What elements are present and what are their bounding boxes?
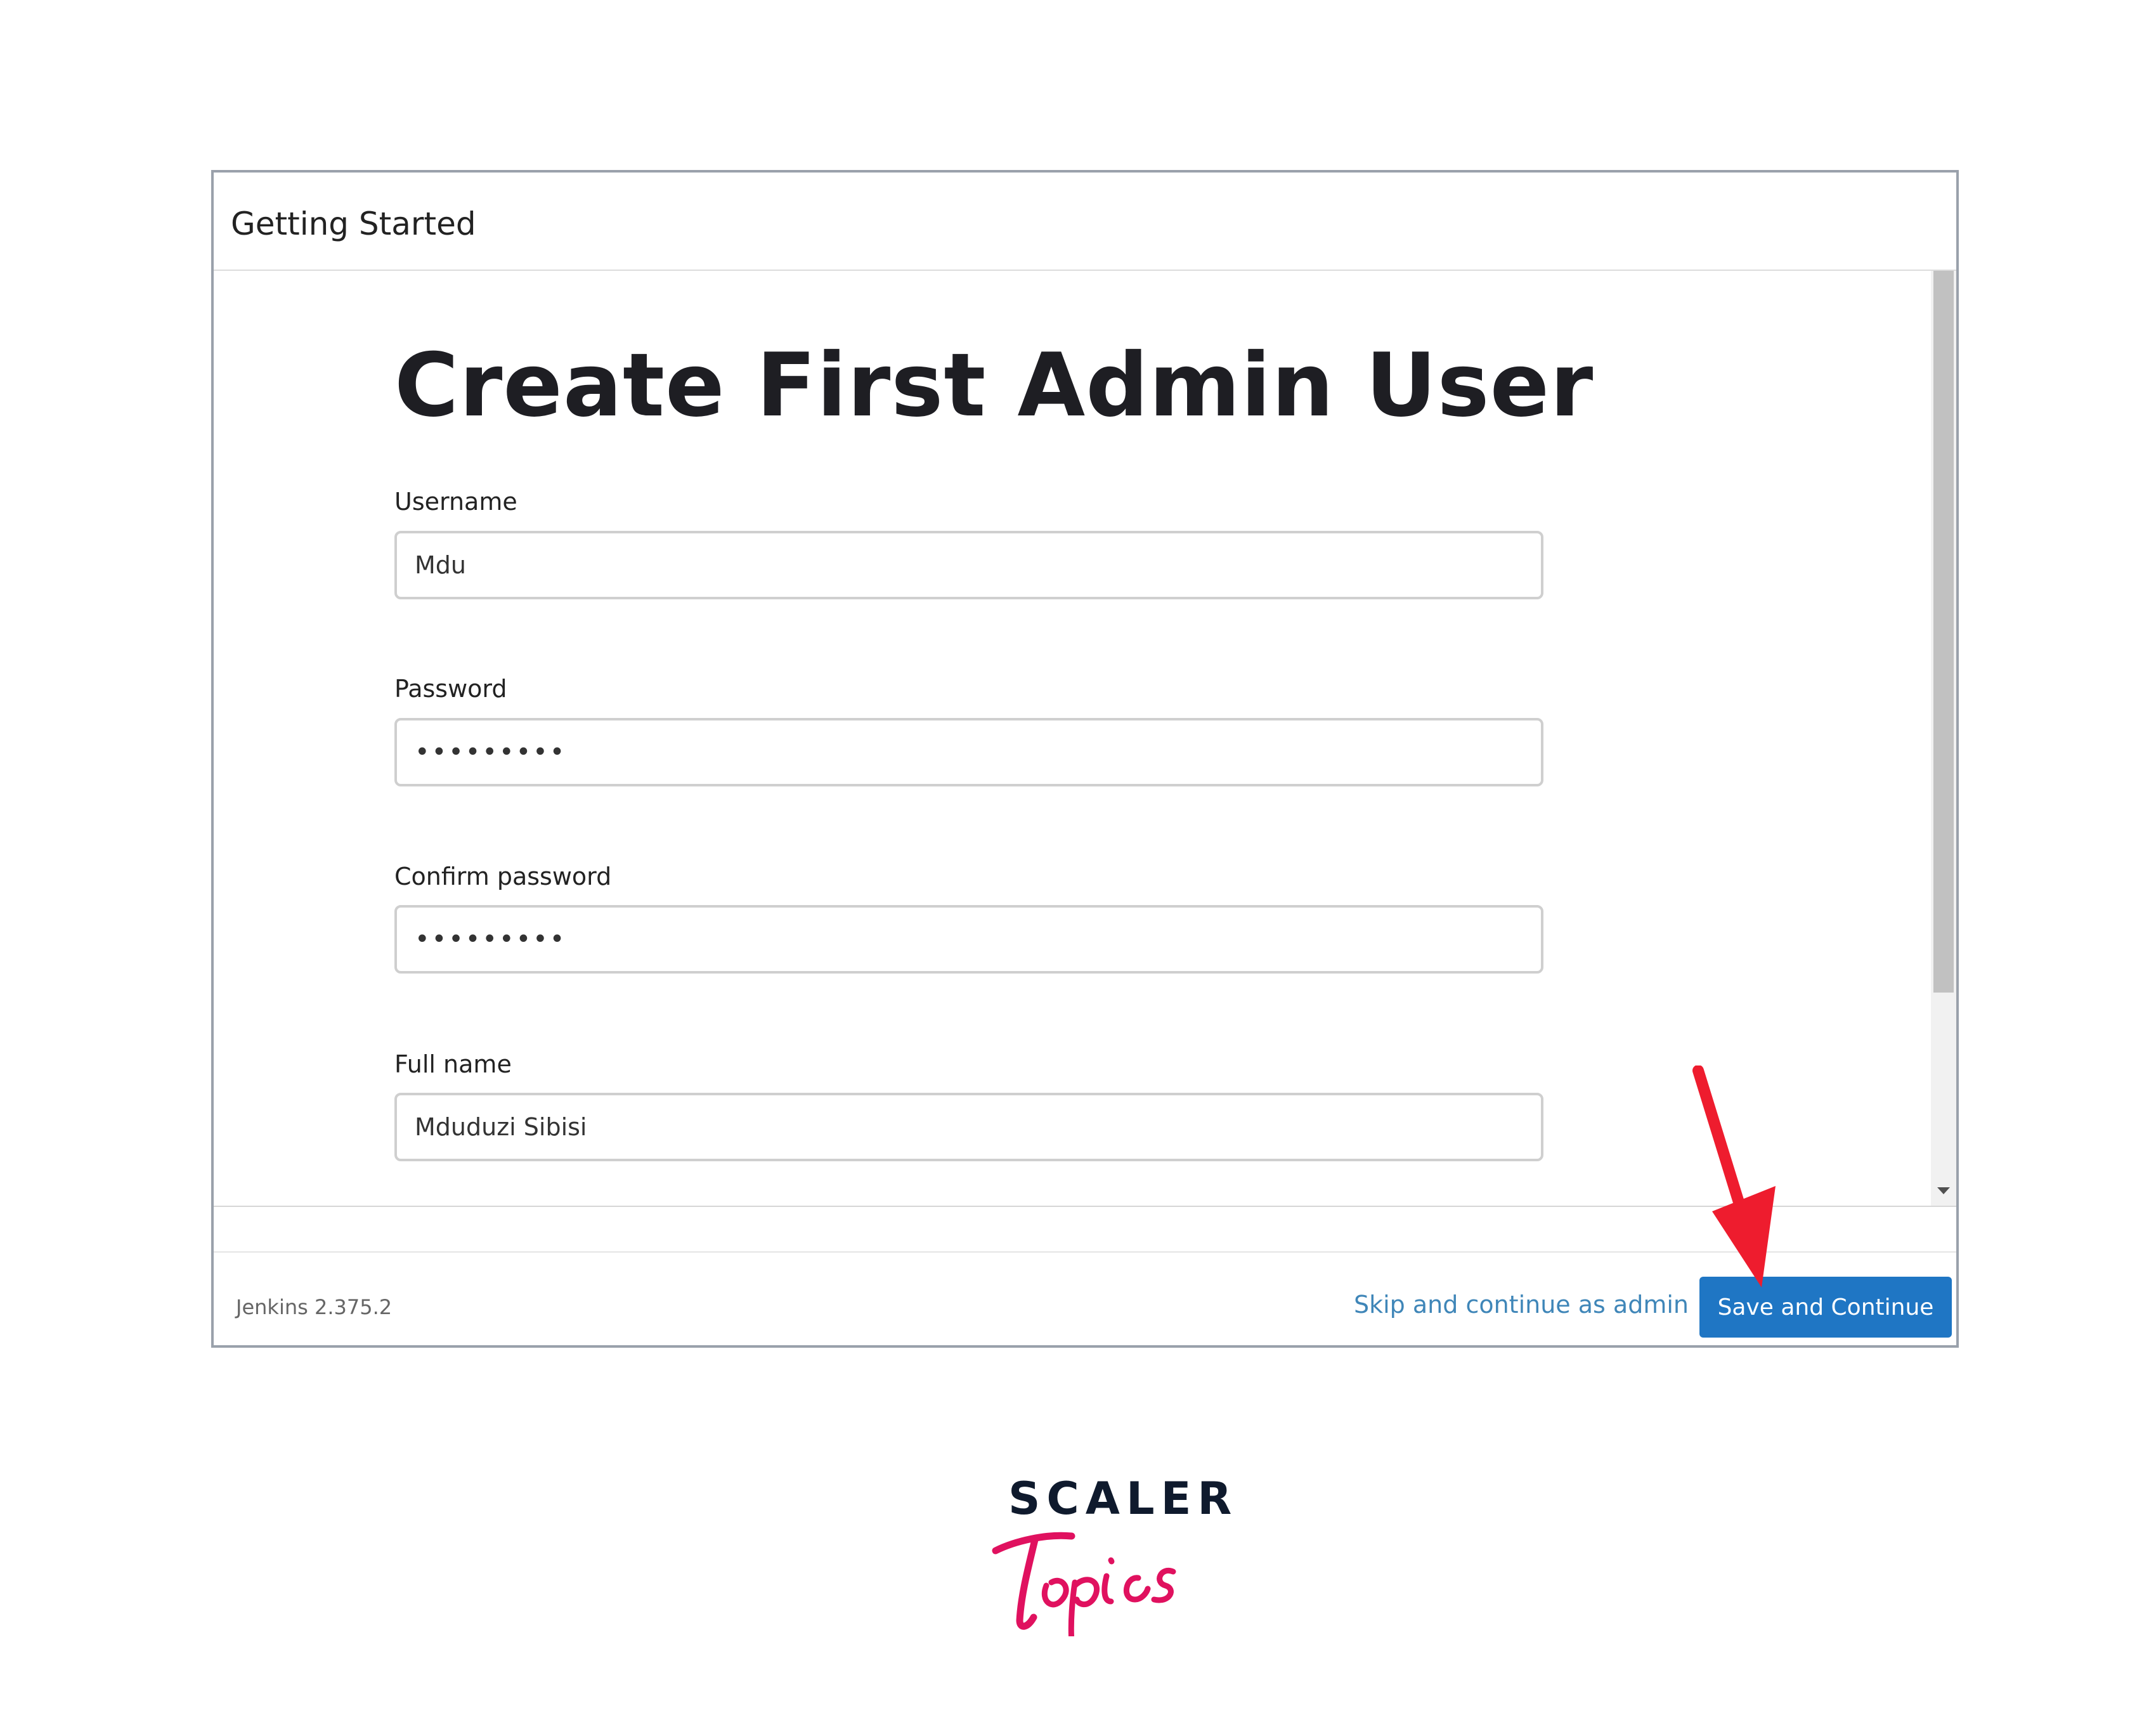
page-title: Create First Admin User (394, 334, 1594, 436)
password-field[interactable] (394, 718, 1543, 786)
red-arrow-annotation (1692, 1066, 1776, 1287)
dialog-title: Getting Started (231, 205, 476, 242)
dialog-header: Getting Started (214, 173, 1956, 271)
skip-continue-link[interactable]: Skip and continue as admin (1354, 1291, 1689, 1319)
scaler-topics-logo: SCALER (977, 1459, 1231, 1636)
confirm-password-field[interactable] (394, 905, 1543, 974)
scroll-down-icon[interactable] (1937, 1187, 1950, 1194)
password-label: Password (394, 675, 507, 703)
version-label: Jenkins 2.375.2 (236, 1295, 393, 1319)
full-name-field[interactable] (394, 1093, 1543, 1161)
username-label: Username (394, 488, 517, 516)
confirm-password-label: Confirm password (394, 863, 612, 890)
scrollbar-thumb[interactable] (1933, 271, 1954, 993)
full-name-label: Full name (394, 1050, 512, 1078)
vertical-scrollbar[interactable] (1931, 271, 1956, 1206)
logo-script-topics (992, 1532, 1176, 1636)
username-field[interactable] (394, 531, 1543, 599)
